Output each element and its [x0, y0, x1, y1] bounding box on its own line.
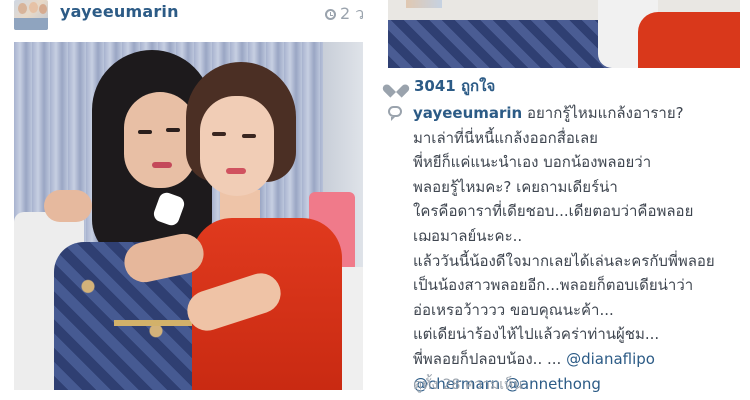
- caption-line: ใครคือดาราที่เดียชอบ...เดียตอบว่าคือพลอย: [413, 202, 694, 221]
- mention-link[interactable]: @dianaflipo: [566, 350, 655, 368]
- time-ago-label: 2 ว: [340, 4, 365, 23]
- caption-line: พี่พลอยก็ปลอบน้อง.. ...: [413, 349, 562, 368]
- post-time: 2 ว: [325, 2, 364, 27]
- post-username[interactable]: yayeeumarin: [60, 2, 179, 21]
- avatar[interactable]: [14, 0, 48, 30]
- caption-line: อ่อเหรอว้าววว ขอบคุณนะค้า...: [413, 300, 614, 319]
- caption-line: เฌอมาลย์นะคะ..: [413, 226, 523, 245]
- likes-row[interactable]: 3041 ถูกใจ: [388, 74, 495, 98]
- clock-icon: [325, 9, 336, 20]
- caption-line: แล้ววันนี้น้องดีใจมากเลยได้เล่นละครกับพี…: [413, 251, 715, 270]
- view-all-comments-link[interactable]: ดูทั้ง 28 ความเห็น: [413, 374, 523, 396]
- caption-line: แต่เดียน่าร้องไห้ไปแล้วคร่าท่านผู้ชม...: [413, 325, 660, 344]
- caption-username[interactable]: yayeeumarin: [413, 104, 522, 122]
- caption: yayeeumarin อยากรู้ไหมแกล้งอาราย? มาเล่า…: [413, 101, 747, 396]
- comment-icon: [388, 106, 402, 121]
- caption-line: อยากรู้ไหมแกล้งอาราย?: [527, 104, 684, 122]
- heart-icon[interactable]: [388, 79, 404, 93]
- post-right-panel: 3041 ถูกใจ yayeeumarin อยากรู้ไหมแกล้งอา…: [375, 0, 750, 400]
- caption-line: มาเล่าที่นี่หนี้แกล้งออกสื่อเลย: [413, 128, 598, 147]
- caption-line: เป็นน้องสาวพลอยอีก...พลอยก็ตอบเดียน่าว่า: [413, 276, 694, 295]
- post-photo[interactable]: [14, 42, 363, 390]
- likes-count: 3041 ถูกใจ: [414, 77, 496, 95]
- post-left-panel: yayeeumarin 2 ว: [0, 0, 375, 400]
- caption-line: พี่หยีก็แค่แนะนำเอง บอกน้องพลอยว่า: [413, 153, 652, 172]
- caption-line: พลอยรู้ไหมคะ? เคยถามเดียร์น่า: [413, 177, 618, 196]
- photo-crop: [388, 0, 740, 68]
